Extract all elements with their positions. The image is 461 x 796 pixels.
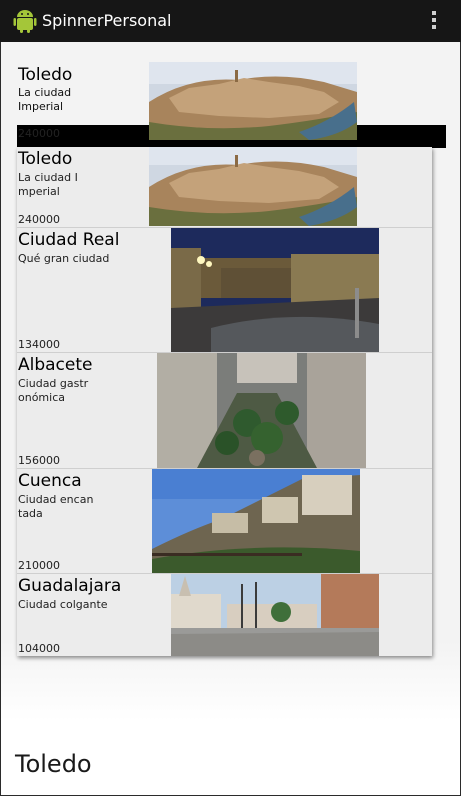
item-desc: Qué gran ciudad: [18, 252, 110, 265]
item-desc: Ciudad gastronómica: [18, 377, 89, 404]
item-population: 240000: [18, 213, 60, 226]
item-population: 134000: [18, 338, 60, 351]
spinner-dropdown-list: Toledo La ciudad Imperial 240000 Ciudad …: [17, 147, 432, 656]
guadalajara-image: [171, 574, 379, 656]
item-name: Guadalajara: [18, 576, 122, 596]
item-population: 104000: [18, 642, 60, 655]
list-item-albacete[interactable]: Albacete Ciudad gastronómica 156000: [17, 353, 432, 469]
item-desc: Ciudad colgante: [18, 598, 108, 611]
item-desc: Ciudad encantada: [18, 493, 94, 520]
item-name: Albacete: [18, 355, 93, 375]
toledo-image: [149, 62, 357, 140]
list-item-toledo[interactable]: Toledo La ciudad Imperial 240000: [17, 147, 432, 228]
item-name: Cuenca: [18, 471, 82, 491]
item-name: Toledo: [18, 149, 73, 169]
albacete-image: [157, 353, 366, 468]
list-item-cuenca[interactable]: Cuenca Ciudad encantada 210000: [17, 469, 432, 574]
item-population: 156000: [18, 454, 60, 467]
overflow-menu-icon[interactable]: [428, 11, 440, 31]
spinner-selected-desc: La ciudad Imperial: [18, 86, 72, 113]
spinner-selected-population: 240000: [18, 127, 60, 140]
list-item-guadalajara[interactable]: Guadalajara Ciudad colgante 104000: [17, 574, 432, 656]
ciudad-real-image: [171, 228, 379, 352]
list-item-ciudad-real[interactable]: Ciudad Real Qué gran ciudad 134000: [17, 228, 432, 353]
item-population: 210000: [18, 559, 60, 572]
item-name: Ciudad Real: [18, 230, 120, 250]
spinner-selected-view[interactable]: Toledo La ciudad Imperial 240000: [17, 62, 447, 148]
action-bar: SpinnerPersonal: [0, 0, 461, 42]
android-app-icon[interactable]: [12, 8, 38, 34]
selected-city-text: Toledo: [15, 750, 92, 778]
app-title: SpinnerPersonal: [42, 11, 172, 30]
item-desc: La ciudad Imperial: [18, 171, 78, 198]
cuenca-image: [152, 469, 360, 573]
toledo-image: [149, 147, 357, 226]
spinner-selected-name: Toledo: [18, 65, 73, 85]
